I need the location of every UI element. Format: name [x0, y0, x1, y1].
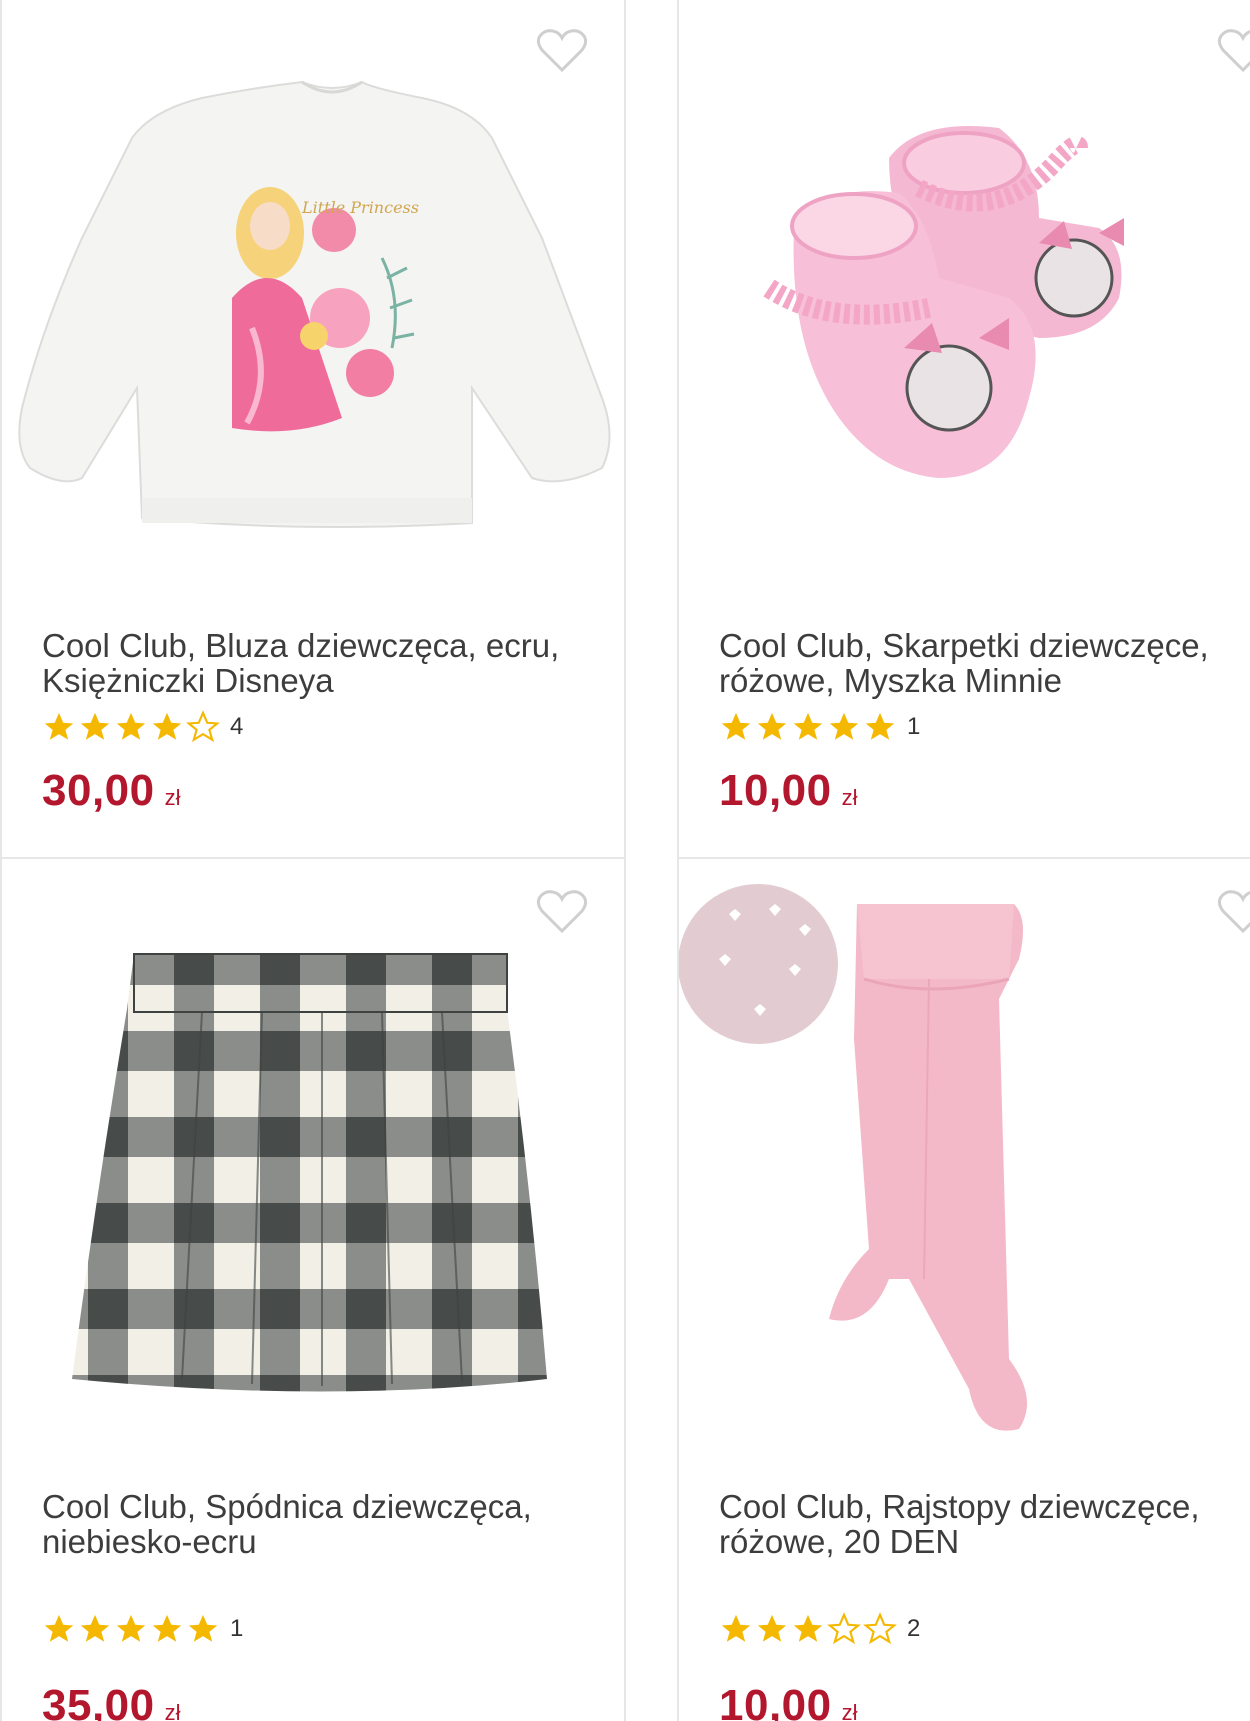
product-title[interactable]: Cool Club, Skarpetki dziewczęce, różowe,… — [719, 628, 1250, 698]
star-filled-icon — [829, 712, 859, 740]
product-title[interactable]: Cool Club, Spódnica dziewczęca, niebiesk… — [42, 1489, 582, 1559]
rating-count: 4 — [230, 713, 244, 740]
price-currency: zł — [841, 1700, 858, 1721]
product-rating: 1 — [719, 710, 920, 744]
product-price: 35,00 zł — [42, 1681, 181, 1721]
star-filled-icon — [757, 1614, 787, 1642]
star-outline-icon — [863, 1612, 897, 1645]
price-amount: 30,00 — [42, 766, 155, 815]
favorite-heart-icon[interactable] — [534, 26, 590, 76]
favorite-heart-icon[interactable] — [534, 887, 590, 937]
product-price: 10,00 zł — [719, 766, 858, 816]
product-image-tights[interactable] — [679, 859, 1250, 1459]
svg-text:Little Princess: Little Princess — [301, 198, 419, 217]
star-filled-icon — [152, 712, 182, 740]
product-card[interactable]: Little Princess Cool Club, Bluza dziewcz… — [0, 0, 626, 862]
favorite-heart-icon[interactable] — [1215, 887, 1250, 937]
star-filled-icon — [793, 1614, 823, 1642]
product-rating: 1 — [42, 1612, 243, 1646]
product-image-socks[interactable] — [679, 0, 1250, 598]
star-filled-icon — [80, 712, 110, 740]
star-filled-icon — [188, 1614, 218, 1642]
product-image-sweatshirt[interactable]: Little Princess — [2, 0, 624, 598]
product-card[interactable]: Cool Club, Spódnica dziewczęca, niebiesk… — [0, 857, 626, 1721]
star-outline-icon — [827, 1612, 861, 1645]
star-filled-icon — [44, 712, 74, 740]
star-filled-icon — [44, 1614, 74, 1642]
product-card[interactable]: Cool Club, Rajstopy dziewczęce, różowe, … — [677, 857, 1250, 1721]
price-currency: zł — [841, 785, 858, 810]
star-filled-icon — [865, 712, 895, 740]
star-filled-icon — [721, 1614, 751, 1642]
star-filled-icon — [116, 1614, 146, 1642]
star-filled-icon — [793, 712, 823, 740]
product-rating: 4 — [42, 710, 243, 744]
price-amount: 10,00 — [719, 1681, 832, 1721]
star-filled-icon — [721, 712, 751, 740]
product-title[interactable]: Cool Club, Rajstopy dziewczęce, różowe, … — [719, 1489, 1250, 1559]
rating-count: 2 — [907, 1615, 921, 1642]
price-amount: 35,00 — [42, 1681, 155, 1721]
price-currency: zł — [164, 785, 181, 810]
price-currency: zł — [164, 1700, 181, 1721]
star-filled-icon — [152, 1614, 182, 1642]
star-outline-icon — [186, 710, 220, 743]
price-amount: 10,00 — [719, 766, 832, 815]
product-grid: Little Princess Cool Club, Bluza dziewcz… — [0, 0, 1250, 1721]
favorite-heart-icon[interactable] — [1215, 26, 1250, 76]
product-rating: 2 — [719, 1612, 920, 1646]
star-filled-icon — [116, 712, 146, 740]
product-image-skirt[interactable] — [2, 859, 624, 1459]
rating-count: 1 — [907, 713, 921, 740]
product-card[interactable]: Cool Club, Skarpetki dziewczęce, różowe,… — [677, 0, 1250, 862]
star-filled-icon — [80, 1614, 110, 1642]
product-price: 10,00 zł — [719, 1681, 858, 1721]
star-filled-icon — [757, 712, 787, 740]
product-price: 30,00 zł — [42, 766, 181, 816]
rating-count: 1 — [230, 1615, 244, 1642]
product-title[interactable]: Cool Club, Bluza dziewczęca, ecru, Księż… — [42, 628, 582, 698]
